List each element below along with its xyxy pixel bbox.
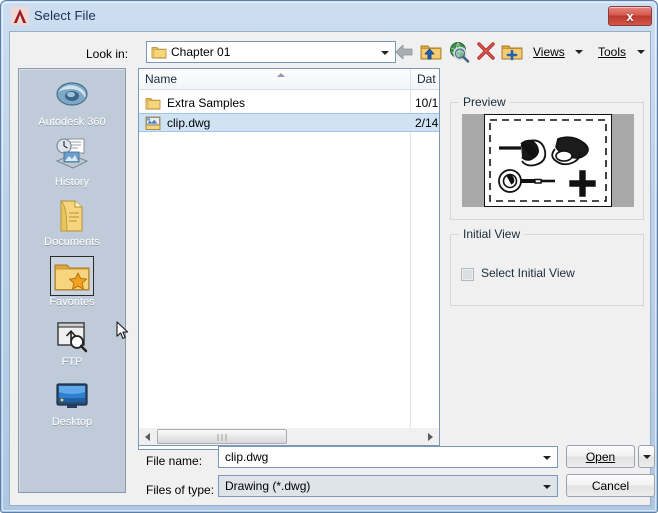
autodesk-360-icon xyxy=(51,77,93,115)
cancel-button-label: Cancel xyxy=(591,478,630,493)
file-name-value: clip.dwg xyxy=(225,450,269,464)
files-of-type-value: Drawing (*.dwg) xyxy=(225,479,311,493)
file-name-label: File name: xyxy=(146,454,203,468)
initial-view-title: Initial View xyxy=(459,227,525,241)
sidebar-item-label: Autodesk 360 xyxy=(38,116,106,128)
sidebar-item-label: Desktop xyxy=(51,416,93,428)
horizontal-scrollbar[interactable] xyxy=(138,428,440,446)
sidebar-item-label: Favorites xyxy=(49,296,95,308)
sidebar-item-label: Documents xyxy=(44,236,100,248)
file-date: 10/1 xyxy=(415,96,439,110)
history-icon xyxy=(51,137,93,175)
select-initial-view-checkbox[interactable] xyxy=(461,268,474,281)
preview-thumbnail xyxy=(462,114,634,207)
column-header-name[interactable]: Name xyxy=(139,69,411,89)
open-button-label: Open xyxy=(585,449,616,464)
checkbox-inner xyxy=(463,270,472,279)
back-button[interactable] xyxy=(392,40,416,64)
scrollbar-grip-icon xyxy=(217,434,227,441)
sidebar-item-history[interactable]: History xyxy=(23,137,121,188)
sidebar-item-favorites[interactable]: Favorites xyxy=(23,256,121,308)
views-menu-button[interactable]: Views xyxy=(533,45,565,59)
autocad-logo-icon xyxy=(11,7,29,25)
desktop-monitor-icon xyxy=(51,377,93,415)
column-header-name-label: Name xyxy=(145,72,178,86)
cancel-button[interactable]: Cancel xyxy=(566,474,655,497)
chevron-down-icon[interactable] xyxy=(381,51,389,55)
chevron-down-icon xyxy=(642,454,651,459)
places-bar: Autodesk 360 History Documents Favorites… xyxy=(18,68,126,493)
up-one-level-button[interactable] xyxy=(419,40,443,64)
ftp-folder-icon xyxy=(51,317,93,355)
sort-ascending-icon xyxy=(277,73,285,77)
initial-view-groupbox: Initial View Select Initial View xyxy=(450,227,644,306)
search-web-button[interactable] xyxy=(447,40,471,64)
folder-icon xyxy=(145,96,161,114)
preview-groupbox: Preview xyxy=(450,95,644,220)
column-header-date[interactable]: Dat xyxy=(411,69,439,89)
create-new-folder-button[interactable] xyxy=(500,40,524,64)
file-list-header: Name Dat xyxy=(139,69,439,90)
open-button[interactable]: Open xyxy=(566,445,635,468)
files-of-type-label: Files of type: xyxy=(146,483,215,497)
sidebar-item-autodesk-360[interactable]: Autodesk 360 xyxy=(23,77,121,128)
file-name: Extra Samples xyxy=(167,96,246,110)
select-initial-view-label: Select Initial View xyxy=(481,266,575,280)
sidebar-item-label: FTP xyxy=(61,356,83,368)
preview-title: Preview xyxy=(459,95,510,109)
sidebar-item-label: History xyxy=(54,176,90,188)
table-row[interactable]: clip.dwg 2/14 xyxy=(139,113,439,132)
look-in-value: Chapter 01 xyxy=(171,45,231,59)
chevron-down-icon[interactable] xyxy=(543,485,551,489)
folder-icon xyxy=(151,45,167,63)
scroll-right-arrow-icon[interactable] xyxy=(422,428,439,445)
delete-button[interactable] xyxy=(474,40,498,64)
views-chevron-down-icon[interactable] xyxy=(575,50,583,54)
look-in-combobox[interactable]: Chapter 01 xyxy=(146,41,396,63)
select-file-dialog-window: Select File x Look in: Chapter 01 Views … xyxy=(0,0,658,513)
scrollbar-thumb[interactable] xyxy=(157,429,287,444)
documents-folder-icon xyxy=(51,197,93,235)
favorites-star-folder-icon xyxy=(50,256,94,296)
dwg-file-icon xyxy=(145,116,161,134)
open-dropdown-button[interactable] xyxy=(638,445,655,468)
dialog-client-area: Look in: Chapter 01 Views Tools Autodesk… xyxy=(9,31,655,506)
close-icon: x xyxy=(626,8,634,24)
file-name-input[interactable]: clip.dwg xyxy=(218,446,558,468)
window-title: Select File xyxy=(34,8,96,23)
column-header-date-label: Dat xyxy=(417,72,436,86)
file-date: 2/14 xyxy=(415,116,439,130)
sidebar-item-desktop[interactable]: Desktop xyxy=(23,377,121,428)
sidebar-item-ftp[interactable]: FTP xyxy=(23,317,121,368)
sidebar-item-documents[interactable]: Documents xyxy=(23,197,121,248)
close-button[interactable]: x xyxy=(608,6,652,26)
look-in-label: Look in: xyxy=(86,47,129,61)
table-row[interactable]: Extra Samples 10/1 xyxy=(139,94,439,113)
scroll-left-arrow-icon[interactable] xyxy=(139,428,156,445)
tools-chevron-down-icon[interactable] xyxy=(637,50,645,54)
files-of-type-combobox[interactable]: Drawing (*.dwg) xyxy=(218,475,558,497)
title-bar[interactable]: Select File x xyxy=(3,3,657,31)
file-list[interactable]: Name Dat Extra Samples 10/1 clip.dwg 2/1… xyxy=(138,68,440,450)
chevron-down-icon[interactable] xyxy=(543,456,551,460)
file-name: clip.dwg xyxy=(167,116,211,130)
tools-menu-button[interactable]: Tools xyxy=(598,45,626,59)
